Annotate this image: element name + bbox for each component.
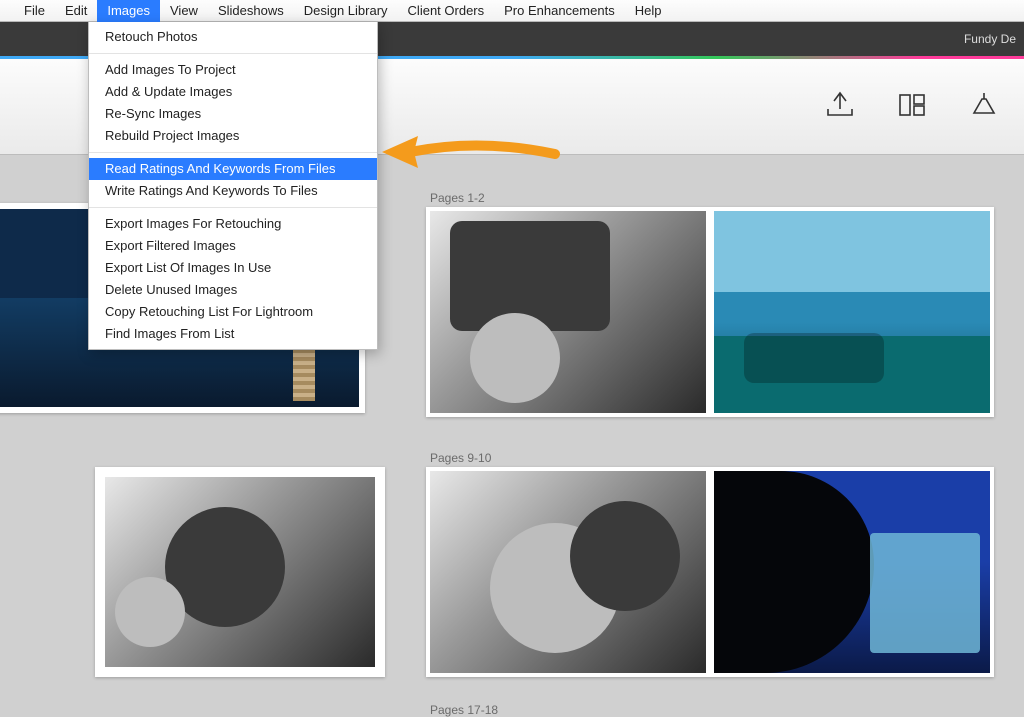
- spread-label: Pages 9-10: [430, 451, 491, 465]
- menu-file[interactable]: File: [14, 0, 55, 22]
- photo-placeholder: [105, 477, 375, 667]
- menu-separator: [89, 152, 377, 153]
- mi-write-ratings-keywords[interactable]: Write Ratings And Keywords To Files: [89, 180, 377, 202]
- menu-view[interactable]: View: [160, 0, 208, 22]
- mi-read-ratings-keywords[interactable]: Read Ratings And Keywords From Files: [89, 158, 377, 180]
- layout-icon: [896, 109, 928, 124]
- toolbar-export-button[interactable]: [804, 89, 876, 124]
- spread-thumbnail[interactable]: [426, 207, 994, 417]
- share-icon: [968, 109, 1000, 124]
- spread-thumbnail[interactable]: [95, 467, 385, 677]
- photo-placeholder: [430, 471, 706, 673]
- images-dropdown: Retouch Photos Add Images To Project Add…: [88, 22, 378, 350]
- titlebar-text: Fundy De: [964, 32, 1016, 46]
- menu-images[interactable]: Images: [97, 0, 160, 22]
- menu-separator: [89, 53, 377, 54]
- mi-resync-images[interactable]: Re-Sync Images: [89, 103, 377, 125]
- menu-edit[interactable]: Edit: [55, 0, 97, 22]
- mi-add-images[interactable]: Add Images To Project: [89, 59, 377, 81]
- menu-design-library[interactable]: Design Library: [294, 0, 398, 22]
- menu-client-orders[interactable]: Client Orders: [398, 0, 495, 22]
- photo-placeholder: [714, 211, 990, 413]
- mi-retouch-photos[interactable]: Retouch Photos: [89, 26, 377, 48]
- mi-find-images-from-list[interactable]: Find Images From List: [89, 323, 377, 345]
- toolbar-layout-button[interactable]: [876, 89, 948, 124]
- mi-add-update-images[interactable]: Add & Update Images: [89, 81, 377, 103]
- photo-placeholder: [714, 471, 990, 673]
- mi-rebuild-project-images[interactable]: Rebuild Project Images: [89, 125, 377, 147]
- menu-separator: [89, 207, 377, 208]
- menu-pro-enhancements[interactable]: Pro Enhancements: [494, 0, 625, 22]
- menu-slideshows[interactable]: Slideshows: [208, 0, 294, 22]
- menu-help[interactable]: Help: [625, 0, 672, 22]
- spread-thumbnail[interactable]: [426, 467, 994, 677]
- mi-export-filtered[interactable]: Export Filtered Images: [89, 235, 377, 257]
- photo-placeholder: [430, 211, 706, 413]
- mi-export-retouching[interactable]: Export Images For Retouching: [89, 213, 377, 235]
- mi-copy-retouching-lightroom[interactable]: Copy Retouching List For Lightroom: [89, 301, 377, 323]
- spread-label: Pages 17-18: [430, 703, 498, 717]
- menubar: File Edit Images View Slideshows Design …: [0, 0, 1024, 22]
- spread-label: Pages 1-2: [430, 191, 485, 205]
- toolbar-share-button[interactable]: [948, 89, 1020, 124]
- export-icon: [824, 109, 856, 124]
- mi-delete-unused[interactable]: Delete Unused Images: [89, 279, 377, 301]
- mi-export-list-in-use[interactable]: Export List Of Images In Use: [89, 257, 377, 279]
